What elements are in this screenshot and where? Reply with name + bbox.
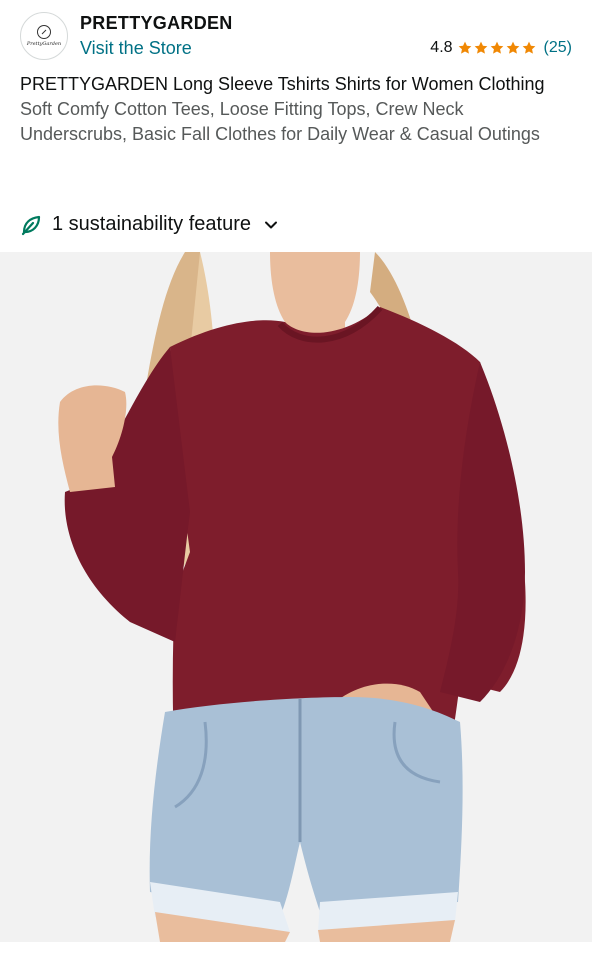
star-icon — [490, 41, 503, 54]
rating-summary[interactable]: 4.8 (25) — [430, 39, 572, 57]
leaf-icon — [21, 215, 41, 235]
chevron-down-icon — [265, 221, 278, 228]
sustainability-toggle[interactable]: 1 sustainability feature — [20, 213, 279, 236]
store-header: PrettyGarden PRETTYGARDEN Visit the Stor… — [0, 0, 592, 70]
rating-count[interactable]: (25) — [544, 39, 572, 57]
brand-logo[interactable]: PrettyGarden — [20, 12, 68, 60]
star-icon — [458, 41, 471, 54]
model-illustration — [0, 252, 592, 942]
visit-store-link[interactable]: Visit the Store — [80, 38, 192, 59]
star-icon — [474, 41, 487, 54]
star-rating — [457, 40, 537, 56]
brand-name[interactable]: PRETTYGARDEN — [80, 13, 233, 34]
product-title: PRETTYGARDEN Long Sleeve Tshirts Shirts … — [20, 74, 545, 94]
star-icon — [506, 41, 519, 54]
star-icon — [522, 41, 535, 54]
product-subtitle: Soft Comfy Cotton Tees, Loose Fitting To… — [20, 99, 540, 144]
logo-text: PrettyGarden — [26, 41, 62, 47]
product-image[interactable] — [0, 252, 592, 942]
product-title-block[interactable]: PRETTYGARDEN Long Sleeve Tshirts Shirts … — [20, 72, 572, 147]
rating-value: 4.8 — [430, 39, 453, 56]
sustainability-label: 1 sustainability feature — [52, 213, 252, 235]
logo-mark-icon — [37, 25, 51, 39]
